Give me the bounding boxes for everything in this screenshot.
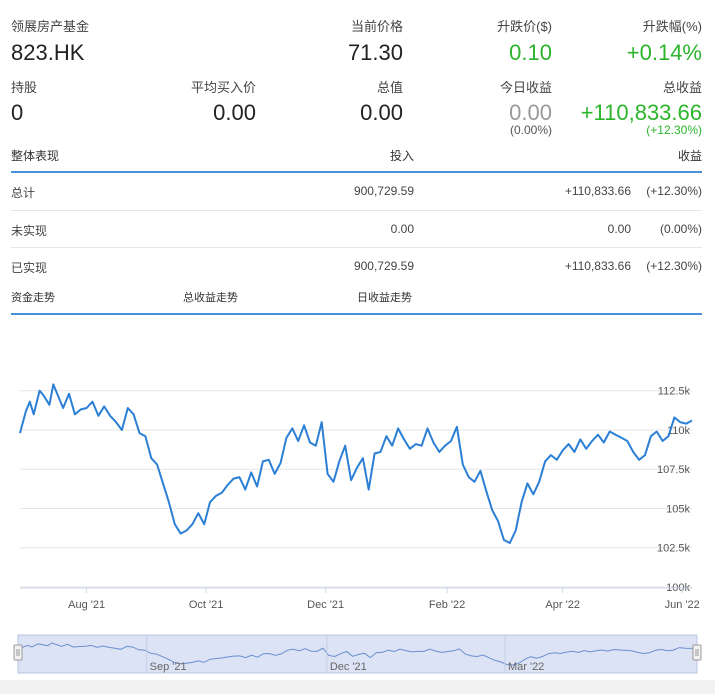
row-invested: 0.00 bbox=[390, 222, 414, 236]
today-gain-label: 今日收益 bbox=[499, 80, 552, 95]
row-label: 总计 bbox=[11, 186, 36, 200]
change-pct-value: +0.14% bbox=[626, 40, 702, 65]
row-gain: 0.00 bbox=[607, 222, 631, 236]
gain-series-line bbox=[19, 383, 693, 544]
change-label: 升跌价($) bbox=[497, 19, 552, 34]
x-tick-label: Apr '22 bbox=[545, 599, 580, 611]
row-gain-pct: (+12.30%) bbox=[646, 259, 702, 273]
table-header-divider bbox=[11, 171, 702, 173]
change-value: 0.10 bbox=[509, 40, 552, 65]
tab-fund-trend[interactable]: 资金走势 bbox=[11, 289, 55, 305]
navigator-scrollbar[interactable] bbox=[0, 680, 715, 694]
row-gain-pct: (+12.30%) bbox=[646, 184, 702, 198]
fund-name: 领展房产基金 bbox=[11, 19, 90, 34]
tab-total-gain-trend[interactable]: 总收益走势 bbox=[183, 289, 238, 305]
row-divider bbox=[11, 210, 702, 211]
shares-value: 0 bbox=[11, 100, 24, 125]
navigator-tick-label: Dec '21 bbox=[330, 661, 367, 673]
total-value-value: 0.00 bbox=[360, 100, 403, 125]
row-label: 已实现 bbox=[11, 261, 48, 275]
x-tick-label: Oct '21 bbox=[189, 599, 224, 611]
shares-label: 持股 bbox=[11, 80, 38, 95]
change-pct-label: 升跌幅(%) bbox=[642, 19, 702, 34]
row-invested: 900,729.59 bbox=[353, 184, 414, 198]
total-value-label: 总值 bbox=[376, 80, 403, 95]
row-divider bbox=[11, 247, 702, 248]
today-gain-pct: (0.00%) bbox=[509, 123, 552, 137]
price-value: 71.30 bbox=[347, 40, 403, 65]
x-tick-label: Feb '22 bbox=[429, 599, 465, 611]
gain-chart-svg: 100k102.5k105k107.5k110k112.5kAug '21 Oct… bbox=[19, 383, 700, 611]
total-gain-pct: (+12.30%) bbox=[646, 123, 702, 137]
row-invested: 900,729.59 bbox=[353, 259, 414, 273]
y-tick-label: 105k bbox=[666, 503, 690, 515]
navigator-tick-label: Sep '21 bbox=[150, 661, 187, 673]
x-tick-label: Dec '21 bbox=[307, 599, 344, 611]
x-tick-label: Aug '21 bbox=[68, 599, 105, 611]
price-label: 当前价格 bbox=[350, 19, 403, 34]
navigator-svg: Sep '21 Dec '21 Mar '22 bbox=[0, 634, 715, 694]
avg-cost-label: 平均买入价 bbox=[190, 80, 256, 95]
row-label: 未实现 bbox=[11, 224, 48, 238]
navigator-right-handle[interactable] bbox=[692, 644, 702, 661]
row-gain-pct: (0.00%) bbox=[659, 222, 702, 236]
navigator-left-handle[interactable] bbox=[13, 644, 23, 661]
row-gain: +110,833.66 bbox=[564, 259, 631, 273]
total-gain-label: 总收益 bbox=[662, 80, 702, 95]
ticker-symbol: 823.HK bbox=[11, 40, 85, 65]
tab-daily-gain-trend[interactable]: 日收益走势 bbox=[357, 289, 412, 305]
table-header-performance: 整体表现 bbox=[11, 149, 60, 163]
tabs-divider bbox=[11, 313, 702, 315]
y-tick-label: 112.5k bbox=[658, 386, 691, 398]
gain-chart[interactable]: 100k 102.5k 105k 107.5k 110k 112.5k Aug '21 Oct… bbox=[0, 355, 715, 615]
avg-cost-value: 0.00 bbox=[213, 100, 256, 125]
y-tick-label: 102.5k bbox=[657, 543, 691, 555]
navigator-tick-label: Mar '22 bbox=[508, 661, 544, 673]
table-header-gain: 收益 bbox=[677, 149, 702, 163]
chart-navigator[interactable]: Sep '21 Dec '21 Mar '22 bbox=[0, 630, 715, 696]
y-tick-label: 107.5k bbox=[657, 464, 691, 476]
row-gain: +110,833.66 bbox=[564, 184, 631, 198]
x-tick-label: Jun '22 bbox=[665, 599, 700, 611]
table-header-invested: 投入 bbox=[389, 149, 414, 163]
